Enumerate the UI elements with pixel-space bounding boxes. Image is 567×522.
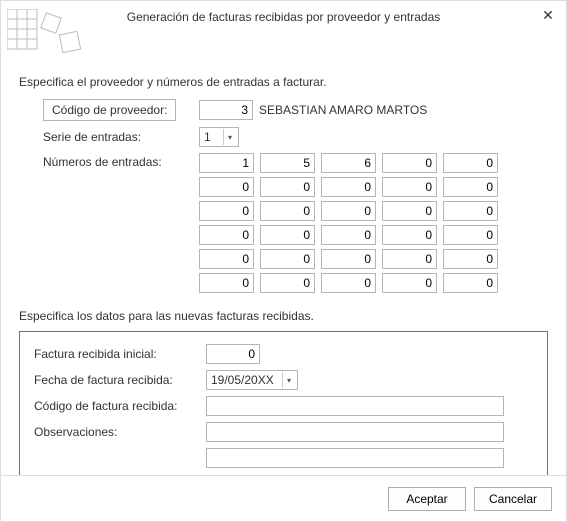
invoice-code-label: Código de factura recibida: — [34, 399, 206, 413]
entry-number-input[interactable] — [443, 225, 498, 245]
entry-series-label: Serie de entradas: — [19, 130, 199, 144]
entry-series-row: Serie de entradas: 1 ▾ — [19, 127, 548, 147]
entry-number-input[interactable] — [382, 201, 437, 221]
notes-input-2[interactable] — [206, 448, 504, 468]
chevron-down-icon: ▾ — [223, 129, 236, 145]
entry-numbers-grid — [199, 153, 498, 293]
entry-number-input[interactable] — [199, 177, 254, 197]
entry-number-input[interactable] — [382, 153, 437, 173]
entry-number-input[interactable] — [321, 177, 376, 197]
invoice-date-label: Fecha de factura recibida: — [34, 373, 206, 387]
entry-number-input[interactable] — [199, 153, 254, 173]
entry-number-input[interactable] — [321, 201, 376, 221]
chevron-down-icon: ▾ — [282, 372, 295, 388]
cancel-button[interactable]: Cancelar — [474, 487, 552, 511]
entry-number-input[interactable] — [321, 225, 376, 245]
invoice-code-input[interactable] — [206, 396, 504, 416]
entry-number-input[interactable] — [443, 273, 498, 293]
initial-invoice-input[interactable] — [206, 344, 260, 364]
entry-series-value: 1 — [204, 130, 211, 144]
entry-number-input[interactable] — [199, 249, 254, 269]
entry-number-input[interactable] — [382, 225, 437, 245]
entry-number-input[interactable] — [260, 249, 315, 269]
provider-name: SEBASTIAN AMARO MARTOS — [259, 103, 427, 117]
entry-number-input[interactable] — [199, 273, 254, 293]
invoice-date-select[interactable]: 19/05/20XX ▾ — [206, 370, 298, 390]
entry-number-input[interactable] — [321, 153, 376, 173]
entry-number-input[interactable] — [260, 153, 315, 173]
entry-numbers-row: Números de entradas: — [19, 153, 548, 293]
entry-number-input[interactable] — [260, 225, 315, 245]
close-icon[interactable]: ✕ — [536, 5, 560, 25]
provider-code-label[interactable]: Código de proveedor: — [43, 99, 176, 121]
entry-number-input[interactable] — [321, 273, 376, 293]
entry-number-input[interactable] — [321, 249, 376, 269]
invoice-date-value: 19/05/20XX — [211, 373, 274, 387]
entry-number-input[interactable] — [260, 177, 315, 197]
entry-number-input[interactable] — [382, 273, 437, 293]
entry-number-input[interactable] — [443, 201, 498, 221]
entry-number-input[interactable] — [443, 249, 498, 269]
entry-series-select[interactable]: 1 ▾ — [199, 127, 239, 147]
dialog-footer: Aceptar Cancelar — [1, 475, 566, 521]
provider-row: Código de proveedor: SEBASTIAN AMARO MAR… — [19, 99, 548, 121]
entry-number-input[interactable] — [382, 249, 437, 269]
entry-number-input[interactable] — [260, 273, 315, 293]
entry-numbers-label: Números de entradas: — [19, 153, 199, 169]
new-invoice-box: Factura recibida inicial: Fecha de factu… — [19, 331, 548, 485]
entry-number-input[interactable] — [382, 177, 437, 197]
provider-code-input[interactable] — [199, 100, 253, 120]
entry-number-input[interactable] — [260, 201, 315, 221]
app-logo-icon — [7, 9, 87, 64]
section1-intro: Especifica el proveedor y números de ent… — [19, 75, 548, 89]
entry-number-input[interactable] — [199, 225, 254, 245]
accept-button[interactable]: Aceptar — [388, 487, 466, 511]
notes-input-1[interactable] — [206, 422, 504, 442]
notes-label: Observaciones: — [34, 425, 206, 439]
entry-number-input[interactable] — [443, 177, 498, 197]
entry-number-input[interactable] — [443, 153, 498, 173]
dialog-content: Especifica el proveedor y números de ent… — [1, 75, 566, 485]
initial-invoice-label: Factura recibida inicial: — [34, 347, 206, 361]
entry-number-input[interactable] — [199, 201, 254, 221]
section2-intro: Especifica los datos para las nuevas fac… — [19, 309, 548, 323]
